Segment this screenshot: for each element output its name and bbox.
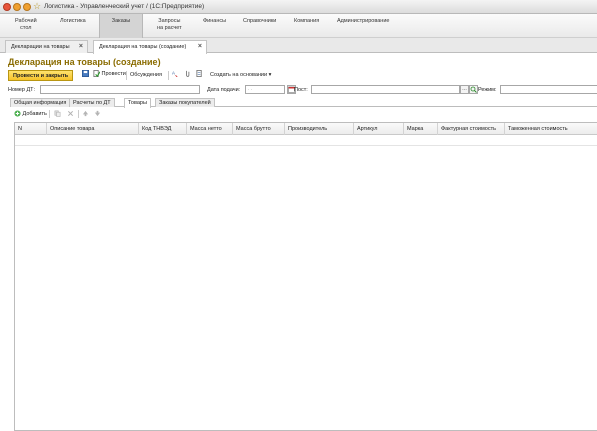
column-net-weight[interactable]: Масса нетто xyxy=(187,123,233,135)
section-calc-requests[interactable]: Запросы на расчет xyxy=(157,18,182,32)
column-customs-value[interactable]: Таможенная стоимость xyxy=(505,123,597,135)
column-brand[interactable]: Марка xyxy=(404,123,438,135)
header-fields: Номер ДТ: Дата подачи: . . Пост: … Режим… xyxy=(8,85,597,95)
sections-panel: Рабочий стол Логистика Заказы Запросы на… xyxy=(0,14,597,38)
tab-declarations-list[interactable]: Декларации на товары × xyxy=(5,40,88,53)
window-title: Логистика - Управленческий учет / (1С:Пр… xyxy=(44,3,205,10)
subtab-goods[interactable]: Товары xyxy=(124,98,151,108)
copy-icon[interactable] xyxy=(54,110,61,117)
window-maximize-icon[interactable] xyxy=(23,3,31,11)
tab-label: Декларация на товары (создание) xyxy=(99,44,187,50)
post-label-field: Пост: xyxy=(294,87,308,93)
subtab-dt-calculations[interactable]: Расчеты по ДТ xyxy=(69,98,115,107)
discussions-button[interactable]: Обсуждения xyxy=(130,72,162,78)
table-header: N Описание товара Код ТНВЭД Масса нетто … xyxy=(15,123,597,135)
number-field[interactable] xyxy=(40,85,200,94)
favorites-star-icon[interactable]: ☆ xyxy=(33,1,41,12)
toolbar-divider xyxy=(168,71,169,80)
column-tnved-code[interactable]: Код ТНВЭД xyxy=(139,123,187,135)
column-manufacturer[interactable]: Производитель xyxy=(285,123,354,135)
move-down-icon[interactable] xyxy=(94,110,101,117)
spelling-icon[interactable]: A xyxy=(172,70,179,77)
post-icon xyxy=(93,70,100,77)
open-windows-bar: Декларации на товары × Декларация на тов… xyxy=(0,38,597,54)
post-label: Провести xyxy=(101,70,126,77)
add-row-button[interactable]: Добавить xyxy=(14,110,47,117)
delete-icon[interactable] xyxy=(67,110,74,117)
post-and-close-button[interactable]: Провести и закрыть xyxy=(8,70,74,81)
section-references[interactable]: Справочники xyxy=(243,18,276,25)
form-title: Декларация на товары (создание) xyxy=(8,57,161,67)
tab-declaration-create[interactable]: Декларация на товары (создание) × xyxy=(93,40,207,54)
section-orders[interactable]: Заказы xyxy=(99,14,143,38)
report-icon[interactable] xyxy=(196,70,203,77)
move-up-icon[interactable] xyxy=(82,110,89,117)
section-administration[interactable]: Администрирование xyxy=(337,18,389,25)
add-icon xyxy=(14,110,21,117)
form-command-bar: Провести и закрыть Провести Обсуждения A… xyxy=(8,70,593,82)
toolbar-divider xyxy=(78,110,79,118)
close-icon[interactable]: × xyxy=(198,43,202,50)
svg-text:A: A xyxy=(172,70,175,75)
save-icon[interactable] xyxy=(82,70,89,77)
date-label: Дата подачи: xyxy=(207,87,241,93)
post-button[interactable]: Провести xyxy=(93,70,126,77)
table-row[interactable] xyxy=(15,136,597,146)
section-desktop[interactable]: Рабочий стол xyxy=(15,18,37,32)
section-logistics[interactable]: Логистика xyxy=(60,18,86,25)
search-icon[interactable] xyxy=(469,85,478,94)
select-button[interactable]: … xyxy=(460,85,469,94)
section-finance[interactable]: Финансы xyxy=(203,18,226,25)
post-field[interactable] xyxy=(311,85,460,94)
column-description[interactable]: Описание товара xyxy=(47,123,139,135)
window-minimize-icon[interactable] xyxy=(13,3,21,11)
date-field[interactable]: . . xyxy=(245,85,285,94)
toolbar-divider xyxy=(49,110,50,118)
column-invoice-value[interactable]: Фактурная стоимость xyxy=(438,123,505,135)
tab-label: Декларации на товары xyxy=(11,44,70,50)
column-number[interactable]: N xyxy=(15,123,47,135)
goods-table[interactable]: N Описание товара Код ТНВЭД Масса нетто … xyxy=(14,122,597,431)
create-based-on-button[interactable]: Создать на основании ▾ xyxy=(210,72,271,78)
window-titlebar: ☆ Логистика - Управленческий учет / (1С:… xyxy=(0,0,597,14)
section-company[interactable]: Компания xyxy=(294,18,319,25)
mode-field[interactable] xyxy=(500,85,597,94)
window-close-icon[interactable] xyxy=(3,3,11,11)
mode-label: Режим: xyxy=(478,87,497,93)
close-icon[interactable]: × xyxy=(79,43,83,50)
add-label: Добавить xyxy=(22,110,47,117)
form-subtabs: Общая информация Расчеты по ДТ Товары За… xyxy=(10,98,597,108)
number-label: Номер ДТ: xyxy=(8,87,36,93)
subtab-customer-orders[interactable]: Заказы покупателей xyxy=(155,98,215,107)
column-gross-weight[interactable]: Масса брутто xyxy=(233,123,285,135)
column-article[interactable]: Артикул xyxy=(354,123,404,135)
grid-command-bar: Добавить xyxy=(14,110,597,119)
toolbar-divider xyxy=(126,71,127,80)
subtab-general-info[interactable]: Общая информация xyxy=(10,98,71,107)
attachment-icon[interactable] xyxy=(184,70,191,77)
